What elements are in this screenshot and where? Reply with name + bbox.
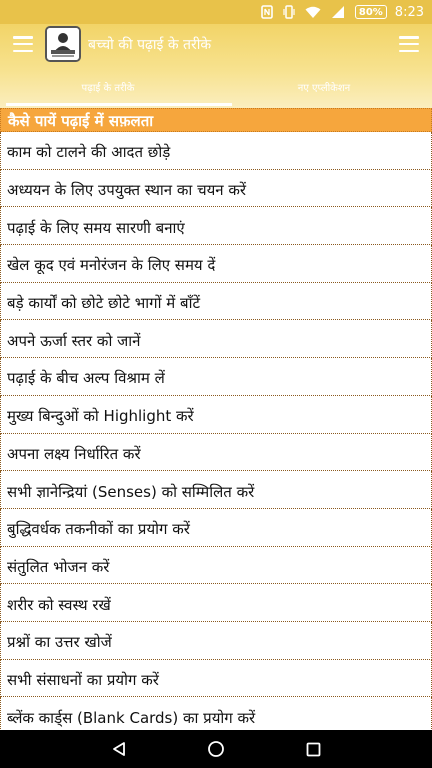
- battery-icon: 80%: [354, 5, 387, 19]
- tab-study-methods[interactable]: पढ़ाई के तरीके: [0, 68, 216, 108]
- list-item[interactable]: मुख्य बिन्दुओं को Highlight करें: [0, 395, 432, 434]
- recents-icon[interactable]: [293, 730, 333, 768]
- list-item[interactable]: शरीर को स्वस्थ रखें: [0, 584, 432, 622]
- back-icon[interactable]: [99, 730, 139, 768]
- tab-bar: पढ़ाई के तरीके नए एप्लीकेशन: [0, 68, 432, 108]
- toolbar: बच्चो की पढ़ाई के तरीके: [0, 24, 432, 64]
- nfc-icon: [261, 5, 273, 19]
- home-icon[interactable]: [196, 730, 236, 768]
- wifi-icon: [305, 6, 321, 19]
- list-item[interactable]: ब्लेंक कार्ड्स (Blank Cards) का प्रयोग क…: [0, 697, 432, 730]
- app-title: बच्चो की पढ़ाई के तरीके: [88, 37, 212, 53]
- list-item[interactable]: बुद्धिवर्धक तकनीकों का प्रयोग करें: [0, 508, 432, 547]
- app-logo: [45, 26, 81, 62]
- list-item[interactable]: अपना लक्ष्य निर्धारित करें: [0, 433, 432, 472]
- section-title: कैसे पायें पढ़ाई में सफ़लता: [0, 108, 432, 132]
- list-item[interactable]: खेल कूद एवं मनोरंजन के लिए समय दें: [0, 245, 432, 283]
- hamburger-menu-icon[interactable]: [13, 36, 33, 52]
- list-item[interactable]: सभी ज्ञानेन्द्रियां (Senses) को सम्मिलित…: [0, 471, 432, 509]
- list-item[interactable]: काम को टालने की आदत छोड़े: [0, 132, 432, 170]
- list-item[interactable]: बड़े कार्यों को छोटे छोटे भागों में बाँट…: [0, 282, 432, 321]
- signal-icon: [331, 5, 345, 19]
- list-item[interactable]: प्रश्नों का उत्तर खोजें: [0, 621, 432, 660]
- overflow-menu-icon[interactable]: [399, 36, 419, 52]
- list-item[interactable]: संतुलित भोजन करें: [0, 546, 432, 585]
- list-item[interactable]: सभी संसाधनों का प्रयोग करें: [0, 659, 432, 698]
- status-bar: 80% 8:23: [0, 0, 432, 24]
- tab-indicator: [6, 103, 232, 106]
- vibrate-icon: [283, 5, 295, 19]
- tab-new-applications[interactable]: नए एप्लीकेशन: [216, 68, 432, 108]
- list-item[interactable]: पढ़ाई के बीच अल्प विश्राम लें: [0, 358, 432, 396]
- app-header: बच्चो की पढ़ाई के तरीके पढ़ाई के तरीके न…: [0, 24, 432, 108]
- content-list[interactable]: कैसे पायें पढ़ाई में सफ़लता काम को टालने…: [0, 108, 432, 730]
- status-time: 8:23: [394, 4, 424, 20]
- list-item[interactable]: अपने ऊर्जा स्तर को जानें: [0, 320, 432, 359]
- list-item[interactable]: अध्ययन के लिए उपयुक्त स्थान का चयन करें: [0, 169, 432, 208]
- battery-level: 80%: [358, 6, 383, 18]
- navigation-bar: [0, 730, 432, 768]
- list-item[interactable]: पढ़ाई के लिए समय सारणी बनाएं: [0, 207, 432, 246]
